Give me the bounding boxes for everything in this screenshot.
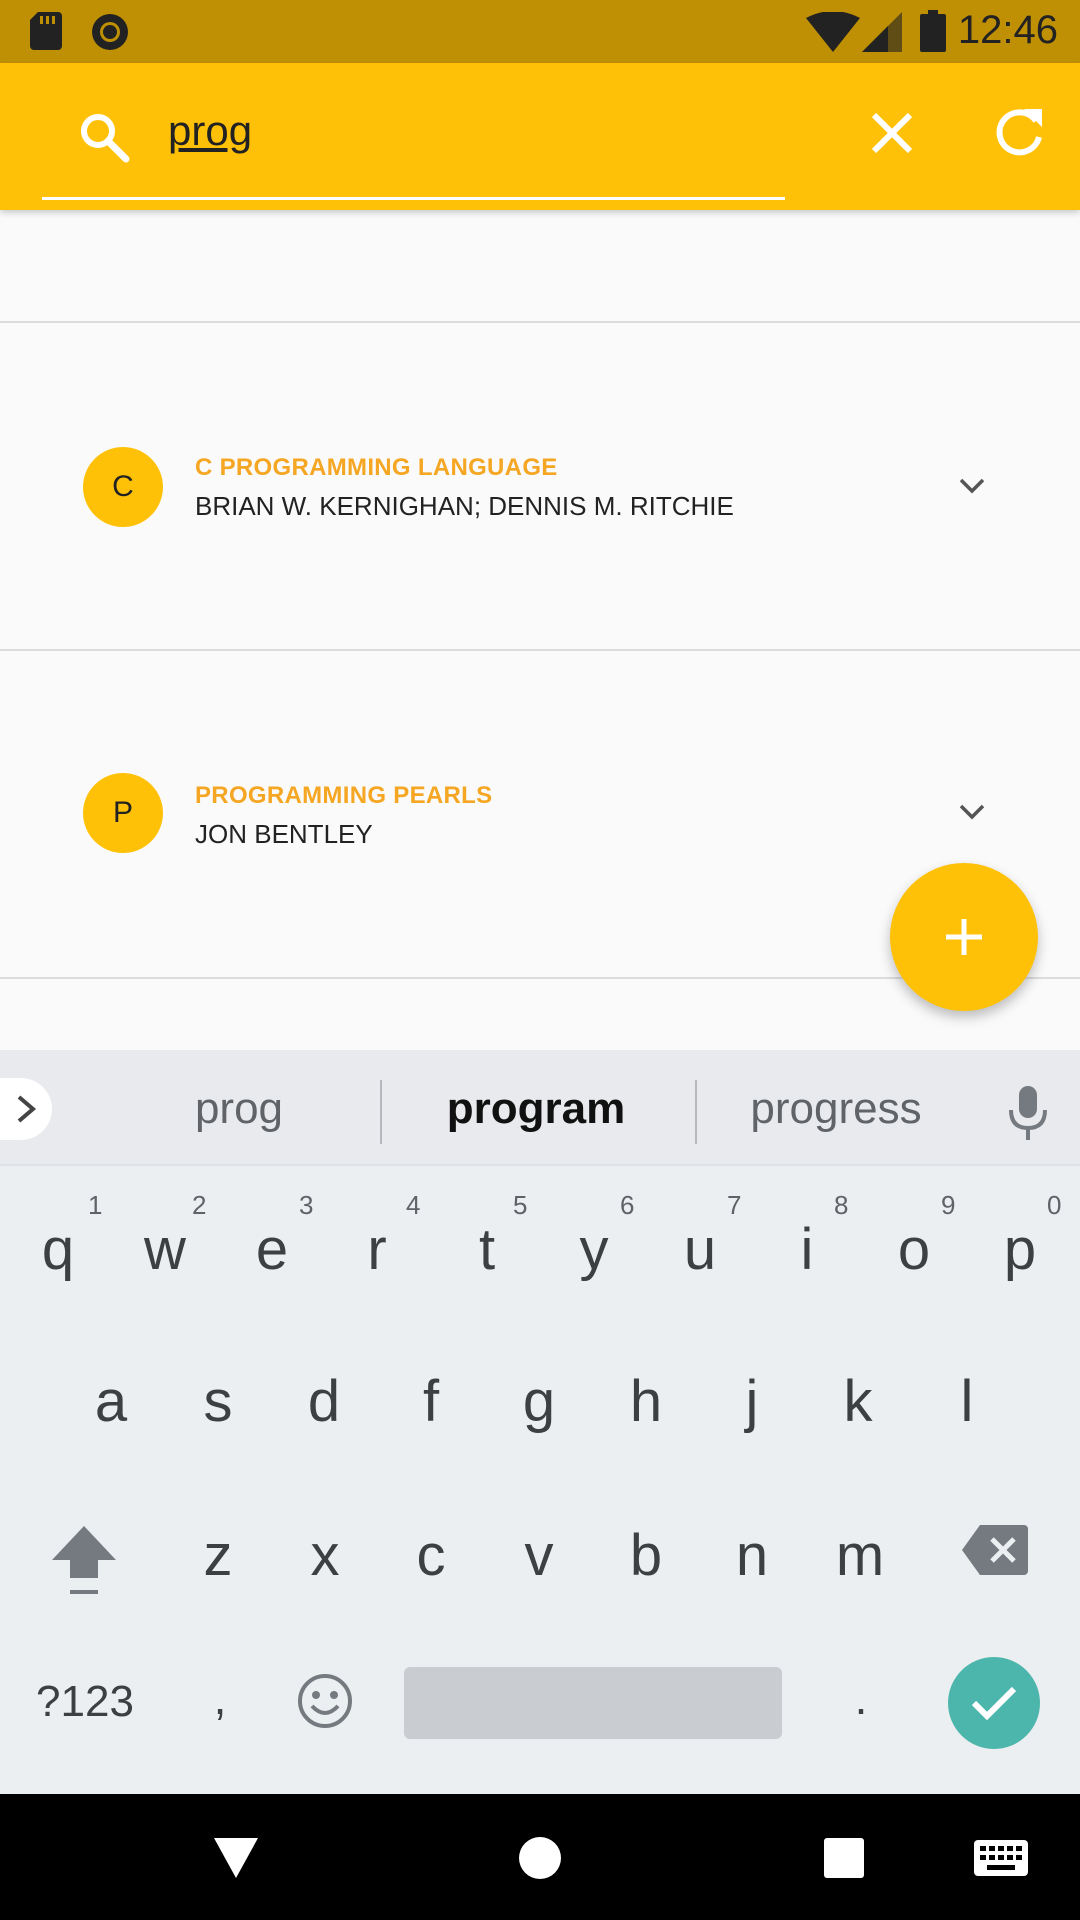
book-author: JON BENTLEY <box>195 819 373 849</box>
suggestion-item[interactable]: program <box>408 1084 664 1134</box>
key-number-hint: 7 <box>727 1190 742 1220</box>
emoji-key[interactable] <box>296 1672 354 1730</box>
enter-key[interactable] <box>948 1657 1040 1749</box>
book-author: BRIAN W. KERNIGHAN; DENNIS M. RITCHIE <box>195 491 734 521</box>
search-app-bar <box>0 63 1080 210</box>
book-title: C PROGRAMMING LANGUAGE <box>195 454 558 481</box>
suggestion-item[interactable]: prog <box>128 1084 350 1134</box>
suggestion-toggle-button[interactable] <box>0 1078 52 1140</box>
key-number-hint: 9 <box>941 1190 956 1220</box>
key[interactable]: a <box>59 1332 163 1472</box>
key[interactable]: f <box>379 1332 483 1472</box>
key[interactable]: h <box>594 1332 698 1472</box>
key[interactable]: v <box>487 1486 591 1626</box>
search-input[interactable] <box>168 101 778 161</box>
chevron-down-icon[interactable] <box>955 795 989 829</box>
key[interactable]: k <box>806 1332 910 1472</box>
chevron-down-icon[interactable] <box>955 469 989 503</box>
key[interactable]: s <box>166 1332 270 1472</box>
chevron-right-icon <box>17 1095 37 1123</box>
shift-key[interactable] <box>44 1518 124 1602</box>
key-number-hint: 2 <box>192 1190 207 1220</box>
key-number-hint: 6 <box>620 1190 635 1220</box>
search-underline <box>42 197 785 200</box>
backspace-icon <box>962 1525 1028 1575</box>
avatar: C <box>83 447 163 527</box>
key[interactable]: x <box>273 1486 377 1626</box>
backspace-key[interactable] <box>962 1525 1028 1575</box>
key-number-hint: 4 <box>406 1190 421 1220</box>
key[interactable]: z <box>166 1486 270 1626</box>
navigation-bar <box>0 1794 1080 1920</box>
key-number-hint: 8 <box>834 1190 849 1220</box>
key[interactable]: b <box>594 1486 698 1626</box>
suggestion-strip: prog program progress <box>0 1050 1080 1166</box>
wifi-icon <box>806 12 860 52</box>
key[interactable]: c <box>379 1486 483 1626</box>
plus-icon <box>946 919 982 955</box>
key-number-hint: 0 <box>1047 1190 1062 1220</box>
key[interactable]: j <box>700 1332 804 1472</box>
home-icon[interactable] <box>518 1836 562 1880</box>
period-key[interactable]: . <box>836 1662 886 1734</box>
add-book-button[interactable] <box>890 863 1038 1011</box>
cell-signal-icon <box>862 12 902 52</box>
suggestion-item[interactable]: progress <box>720 1084 952 1134</box>
refresh-button[interactable] <box>988 101 1050 163</box>
symbols-key[interactable]: ?123 <box>20 1670 150 1734</box>
microphone-icon[interactable] <box>1006 1086 1050 1140</box>
key[interactable]: l <box>915 1332 1019 1472</box>
status-bar: 12:46 <box>0 0 1080 63</box>
key[interactable]: d <box>272 1332 376 1472</box>
list-item[interactable]: C C PROGRAMMING LANGUAGE BRIAN W. KERNIG… <box>0 323 1080 649</box>
key[interactable]: m <box>808 1486 912 1626</box>
comma-key[interactable]: , <box>190 1662 250 1734</box>
battery-icon <box>920 10 946 52</box>
keyboard-switch-icon[interactable] <box>974 1840 1028 1876</box>
book-title: PROGRAMMING PEARLS <box>195 782 493 809</box>
back-icon[interactable] <box>214 1838 258 1878</box>
avatar: P <box>83 773 163 853</box>
sd-card-icon <box>30 12 62 50</box>
recents-icon[interactable] <box>824 1838 864 1878</box>
suggestion-divider <box>695 1080 697 1144</box>
clear-search-button[interactable] <box>862 103 922 163</box>
record-icon <box>92 14 128 50</box>
search-icon <box>81 114 130 163</box>
key[interactable]: g <box>487 1332 591 1472</box>
clock: 12:46 <box>957 8 1058 52</box>
checkmark-icon <box>971 1686 1017 1721</box>
key-number-hint: 5 <box>513 1190 528 1220</box>
key-number-hint: 1 <box>88 1190 103 1220</box>
shift-icon <box>52 1526 116 1594</box>
space-bar[interactable] <box>404 1667 782 1739</box>
key[interactable]: n <box>700 1486 804 1626</box>
suggestion-divider <box>380 1080 382 1144</box>
emoji-icon <box>298 1674 352 1728</box>
key-number-hint: 3 <box>299 1190 314 1220</box>
